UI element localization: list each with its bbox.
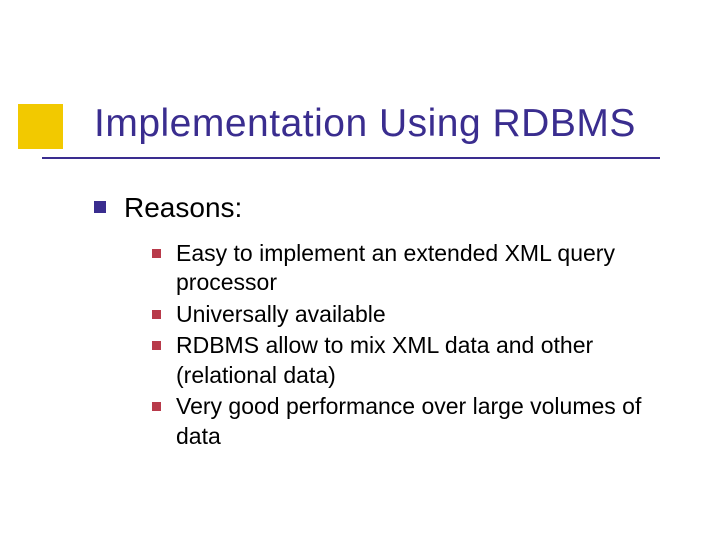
title-wrap: Implementation Using RDBMS xyxy=(94,103,680,146)
square-bullet-icon xyxy=(152,402,161,411)
square-bullet-icon xyxy=(152,310,161,319)
lvl2-text: Very good performance over large volumes… xyxy=(176,392,660,451)
list-item: Very good performance over large volumes… xyxy=(152,392,660,451)
list-item: RDBMS allow to mix XML data and other (r… xyxy=(152,331,660,390)
lvl2-text: Easy to implement an extended XML query … xyxy=(176,239,660,298)
lvl2-list: Easy to implement an extended XML query … xyxy=(152,239,660,451)
lvl2-text: Universally available xyxy=(176,300,386,329)
lvl2-text: RDBMS allow to mix XML data and other (r… xyxy=(176,331,660,390)
square-bullet-icon xyxy=(94,201,106,213)
list-item: Reasons: xyxy=(94,190,660,225)
slide-body: Reasons: Easy to implement an extended X… xyxy=(94,190,660,453)
list-item: Universally available xyxy=(152,300,660,329)
lvl1-text: Reasons: xyxy=(124,190,242,225)
title-underline xyxy=(42,157,660,159)
square-bullet-icon xyxy=(152,249,161,258)
slide-title: Implementation Using RDBMS xyxy=(94,103,680,146)
square-bullet-icon xyxy=(152,341,161,350)
slide: Implementation Using RDBMS Reasons: Easy… xyxy=(0,0,720,540)
accent-block xyxy=(18,104,63,149)
list-item: Easy to implement an extended XML query … xyxy=(152,239,660,298)
